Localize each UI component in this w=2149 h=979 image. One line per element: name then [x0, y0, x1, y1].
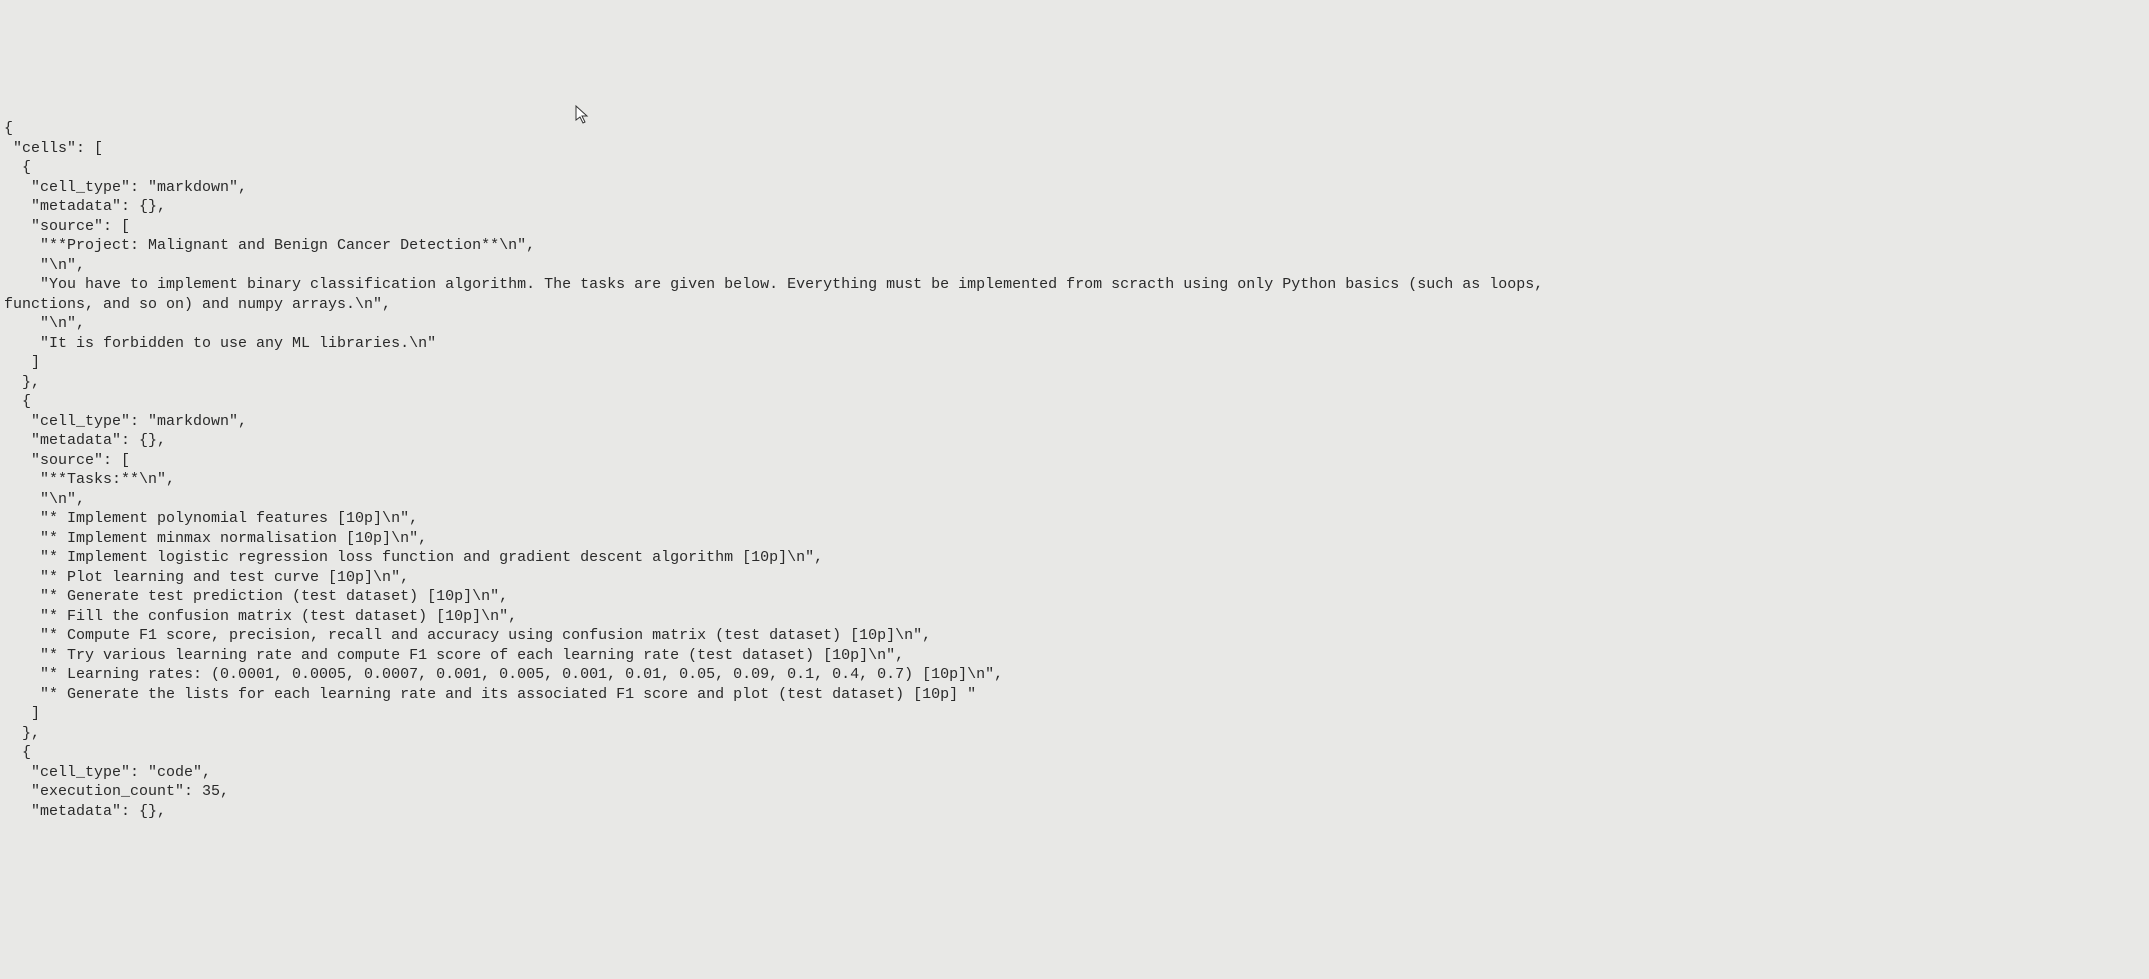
- code-text-view[interactable]: { "cells": [ { "cell_type": "markdown", …: [0, 78, 2149, 843]
- raw-json-text: { "cells": [ { "cell_type": "markdown", …: [4, 119, 2145, 821]
